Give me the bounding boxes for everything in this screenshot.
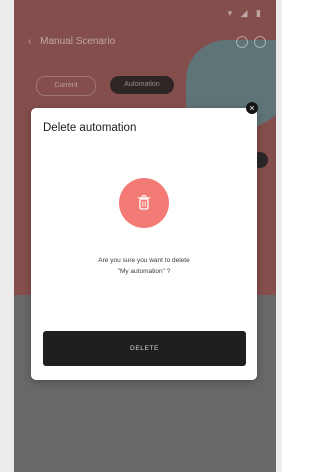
message-line-1: Are you sure you want to delete [98,257,190,264]
trash-icon-circle [119,178,169,228]
delete-dialog: Delete automation Are you sure you want … [31,108,257,380]
delete-button[interactable]: DELETE [43,331,246,366]
dialog-message: Are you sure you want to delete "My auto… [41,255,247,277]
dialog-title: Delete automation [43,122,137,134]
trash-icon [137,195,151,210]
app-screen: ▾ ◢ ▮ ‹ Manual Scenario Current Automati… [0,0,282,472]
message-line-2: "My automation" ? [117,268,171,275]
close-icon[interactable]: × [246,102,258,114]
